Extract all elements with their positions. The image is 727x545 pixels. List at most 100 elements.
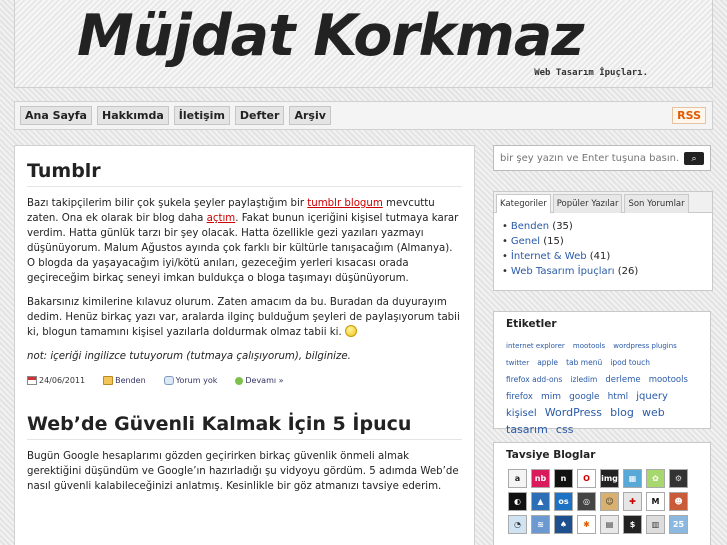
tab-recent-comments[interactable]: Son Yorumlar (624, 194, 689, 213)
search-input[interactable] (500, 152, 680, 164)
blog-icon[interactable]: $ (623, 515, 642, 534)
tag-link[interactable]: izledim (570, 375, 597, 384)
nav-item-archive[interactable]: Arşiv (289, 106, 331, 125)
date-text: 24/06/2011 (39, 376, 86, 385)
blog-icon[interactable]: ▲ (531, 492, 550, 511)
tag-link[interactable]: mim (541, 392, 561, 402)
tag-link[interactable]: derleme (605, 375, 640, 385)
blog-icon[interactable]: O (577, 469, 596, 488)
blog-icon[interactable]: img (600, 469, 619, 488)
blog-icon[interactable]: ✚ (623, 492, 642, 511)
blogroll-widget: Tavsiye Bloglar a nb n Oimg ▦ ✿ ⚙ ◐ ▲ os ◎ ☺ ✚ M ☻ ◔ ≋ ♠ ✱… (493, 442, 711, 545)
post-paragraph: Bugün Google hesaplarımı gözden geçirirk… (27, 451, 459, 492)
tag-link[interactable]: twitter (506, 359, 529, 367)
tag-link[interactable]: mootools (573, 342, 605, 350)
category-count: (26) (617, 266, 639, 277)
post-comments[interactable]: Yorum yok (163, 376, 218, 385)
bullet-icon: • (502, 221, 508, 232)
tag-link[interactable]: ipod touch (610, 358, 650, 367)
category-link[interactable]: Benden (115, 376, 146, 385)
post-title[interactable]: Tumblr (27, 160, 462, 187)
blog-icon[interactable]: ✱ (577, 515, 596, 534)
nav-item-about[interactable]: Hakkımda (96, 106, 169, 125)
tag-link[interactable]: css (556, 423, 574, 436)
tag-link[interactable]: tab menü (566, 358, 602, 367)
post-read-more[interactable]: Devamı » (235, 376, 284, 385)
tag-link[interactable]: WordPress (545, 406, 602, 419)
tag-link[interactable]: apple (537, 358, 558, 367)
category-item: • İnternet & Web (41) (502, 249, 712, 264)
tag-link[interactable]: firefox (506, 392, 533, 402)
nav-item-guestbook[interactable]: Defter (234, 106, 285, 125)
tag-link[interactable]: jquery (636, 391, 668, 402)
category-link[interactable]: Genel (511, 236, 540, 247)
blog-icon[interactable]: ☻ (669, 492, 688, 511)
bullet-icon: • (502, 236, 508, 247)
nav-item-home[interactable]: Ana Sayfa (20, 106, 92, 125)
category-count: (15) (543, 236, 564, 247)
blog-icon[interactable]: ◎ (577, 492, 596, 511)
blog-icon[interactable]: ⚙ (669, 469, 688, 488)
bullet-icon: • (502, 266, 508, 277)
tag-link[interactable]: kişisel (506, 408, 537, 419)
nav-item-contact[interactable]: İletişim (173, 106, 230, 125)
arrow-icon (235, 376, 244, 385)
tag-link[interactable]: html (608, 392, 629, 402)
read-more-link[interactable]: Devamı » (245, 376, 283, 385)
tab-categories[interactable]: Kategoriler (496, 194, 551, 213)
bullet-icon: • (502, 251, 508, 262)
blog-icon[interactable]: ▤ (600, 515, 619, 534)
comments-link[interactable]: Yorum yok (176, 376, 218, 385)
blog-icon[interactable]: ☺ (600, 492, 619, 511)
tab-popular-posts[interactable]: Popüler Yazılar (552, 194, 623, 213)
tag-link[interactable]: tasarım (506, 423, 548, 436)
category-link[interactable]: Benden (511, 221, 549, 232)
blog-icon[interactable]: nb (531, 469, 550, 488)
opened-link[interactable]: açtım (207, 213, 236, 224)
blog-icon[interactable]: ▦ (623, 469, 642, 488)
tag-link[interactable]: google (569, 392, 599, 402)
tabs-widget: Kategoriler Popüler Yazılar Son Yorumlar… (493, 191, 713, 291)
post-body: Bugün Google hesaplarımı gözden geçirirk… (27, 449, 462, 494)
widget-tabs: Kategoriler Popüler Yazılar Son Yorumlar (494, 192, 712, 213)
post-date: 24/06/2011 (27, 376, 85, 385)
post-note: not: içeriği ingilizce tutuyorum (tutmay… (27, 351, 351, 362)
blog-icon[interactable]: 25 (669, 515, 688, 534)
text: Bazı takipçilerim bilir çok şukela şeyle… (27, 198, 308, 209)
blog-icon[interactable]: n (554, 469, 573, 488)
blog-icon[interactable]: a (508, 469, 527, 488)
post-meta: 24/06/2011 Benden Yorum yok Devamı » (27, 376, 462, 385)
rss-link[interactable]: RSS (672, 107, 706, 124)
tag-link[interactable]: internet explorer (506, 342, 565, 350)
tag-link[interactable]: web (642, 406, 665, 419)
site-tagline: Web Tasarım İpuçları. (534, 68, 648, 78)
blogroll-title: Tavsiye Bloglar (506, 449, 596, 461)
main-nav: Ana Sayfa Hakkımda İletişim Defter Arşiv… (14, 101, 713, 130)
post: Tumblr Bazı takipçilerim bilir çok şukel… (27, 160, 462, 385)
blog-icon[interactable]: ♠ (554, 515, 573, 534)
tag-link[interactable]: firefox add-ons (506, 375, 562, 384)
category-list: • Benden (35) • Genel (15) • İnternet & Web… (494, 213, 712, 279)
blog-icon[interactable]: ◐ (508, 492, 527, 511)
post-paragraph: Bakarsınız kimilerine kılavuz olurum. Za… (27, 295, 462, 340)
blog-icon[interactable]: ✿ (646, 469, 665, 488)
search-button[interactable]: ⌕ (684, 152, 704, 165)
post-title[interactable]: Web’de Güvenli Kalmak İçin 5 İpucu (27, 413, 462, 440)
category-link[interactable]: İnternet & Web (511, 251, 587, 262)
blog-icon[interactable]: ◔ (508, 515, 527, 534)
site-title[interactable]: Müjdat Korkmaz (77, 3, 584, 69)
search-icon: ⌕ (691, 153, 697, 164)
blog-icon[interactable]: os (554, 492, 573, 511)
category-link[interactable]: Web Tasarım İpuçları (511, 266, 615, 277)
calendar-icon (27, 376, 37, 385)
post-body: Bazı takipçilerim bilir çok şukela şeyle… (27, 196, 462, 364)
tumblr-blog-link[interactable]: tumblr blogum (307, 198, 382, 209)
search-box: ⌕ (493, 145, 711, 171)
tag-link[interactable]: blog (610, 406, 634, 419)
blog-icon[interactable]: ≋ (531, 515, 550, 534)
tag-link[interactable]: wordpress plugins (613, 342, 677, 350)
post-category[interactable]: Benden (103, 376, 146, 385)
blog-icon[interactable]: ▥ (646, 515, 665, 534)
blog-icon[interactable]: M (646, 492, 665, 511)
tag-link[interactable]: mootools (649, 375, 688, 385)
